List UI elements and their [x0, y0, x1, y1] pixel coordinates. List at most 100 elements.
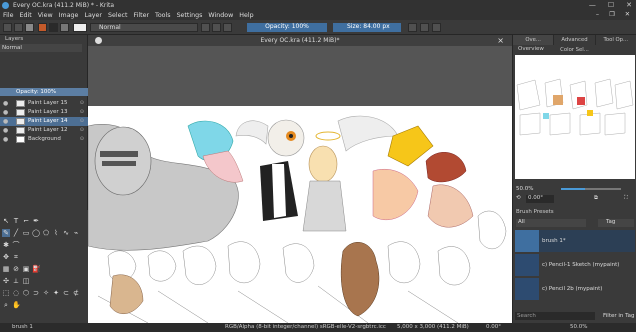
crop-tool-icon[interactable]: ⌗ [12, 253, 20, 261]
similar-select-icon[interactable]: ✦ [52, 289, 60, 297]
calligraphy-icon[interactable]: ✒ [32, 217, 40, 225]
color-picker-icon[interactable]: ⊘ [12, 265, 20, 273]
save-document-icon[interactable] [25, 23, 34, 32]
opacity-slider[interactable]: Opacity: 100% [247, 23, 327, 32]
layer-opacity-slider[interactable]: Opacity: 100% [0, 88, 88, 96]
tab-tool-options[interactable]: Tool Op... [596, 35, 636, 45]
menu-help[interactable]: Help [239, 12, 253, 19]
blend-mode-select[interactable]: Normal [90, 23, 198, 32]
fit-view-icon[interactable]: ⛶ [624, 195, 628, 202]
layer-lock-icon[interactable]: ⊙ [80, 99, 84, 108]
layer-blend-select[interactable]: Normal [0, 44, 82, 52]
menu-image[interactable]: Image [59, 12, 79, 19]
menu-tools[interactable]: Tools [155, 12, 171, 19]
open-document-icon[interactable] [14, 23, 23, 32]
visibility-icon[interactable]: ● [3, 99, 8, 108]
menu-window[interactable]: Window [208, 12, 233, 19]
assistant-tool-icon[interactable]: ✣ [2, 277, 10, 285]
close-document-icon[interactable]: × [497, 35, 504, 46]
mirror-view-icon[interactable]: ⧉ [594, 195, 598, 202]
ellipse-select-icon[interactable]: ◌ [12, 289, 20, 297]
close-button[interactable]: ✕ [626, 1, 632, 9]
layer-lock-icon[interactable]: ⊙ [80, 117, 84, 126]
layer-lock-icon[interactable]: ⊙ [80, 126, 84, 135]
visibility-icon[interactable]: ● [3, 117, 8, 126]
layer-row[interactable]: ● Background ⊙ [0, 135, 88, 144]
layer-row-selected[interactable]: ● Paint Layer 14 ⊙ [0, 117, 88, 126]
color-swatch-icon[interactable] [73, 23, 87, 32]
colorize-mask-icon[interactable]: ▣ [22, 265, 30, 273]
drawing-canvas[interactable] [88, 106, 512, 323]
rotation-field[interactable]: 0.00° [526, 195, 554, 203]
preset-filter-select[interactable]: All [516, 219, 586, 227]
preset-search-input[interactable]: Search [515, 312, 595, 320]
eraser-mode-icon[interactable] [201, 23, 210, 32]
document-tab[interactable]: Every OC.kra (411.2 MiB)* × [88, 35, 512, 46]
measure-tool-icon[interactable]: ⟂ [12, 277, 20, 285]
freehand-select-icon[interactable]: ⊃ [32, 289, 40, 297]
menu-layer[interactable]: Layer [84, 12, 102, 19]
reload-preset-icon[interactable] [223, 23, 232, 32]
tag-button[interactable]: Tag [598, 219, 634, 227]
magnetic-select-icon[interactable]: ⊄ [72, 289, 80, 297]
select-tool-icon[interactable]: ↖ [2, 217, 10, 225]
bezier-select-icon[interactable]: ⊂ [62, 289, 70, 297]
pan-tool-icon[interactable]: ✋ [12, 301, 21, 309]
maximize-button[interactable]: ☐ [608, 1, 614, 9]
dynamic-brush-icon[interactable]: ⌁ [72, 229, 80, 237]
tab-advanced-color-selector[interactable]: Advanced Color Sel... [554, 35, 596, 53]
polygon-tool-icon[interactable]: ⬠ [42, 229, 50, 237]
polyline-tool-icon[interactable]: ⌇ [52, 229, 60, 237]
mirror-horizontal-icon[interactable] [408, 23, 417, 32]
move-tool-icon[interactable]: ✥ [2, 253, 10, 261]
contiguous-select-icon[interactable]: ✧ [42, 289, 50, 297]
pattern-icon[interactable] [49, 23, 58, 32]
bezier-tool-icon[interactable]: ∿ [62, 229, 70, 237]
rectangle-tool-icon[interactable]: ▭ [22, 229, 30, 237]
doc-minimize-icon[interactable]: – [596, 11, 599, 18]
menu-view[interactable]: View [38, 12, 53, 19]
smart-patch-icon[interactable]: ⌒ [12, 241, 20, 249]
menu-settings[interactable]: Settings [177, 12, 203, 19]
preset-item-selected[interactable]: brush 1* [515, 230, 635, 252]
preset-item[interactable]: c) Pencil-1 Sketch (mypaint) [515, 254, 635, 276]
tab-overview[interactable]: Ove... [513, 35, 555, 45]
reference-image-icon[interactable]: ◫ [22, 277, 30, 285]
fill-tool-icon[interactable]: ⛽ [32, 265, 41, 273]
preserve-alpha-icon[interactable] [212, 23, 221, 32]
multibrush-icon[interactable]: ✱ [2, 241, 10, 249]
doc-close-icon[interactable]: ✕ [625, 11, 630, 18]
menu-select[interactable]: Select [108, 12, 127, 19]
edit-shape-icon[interactable]: ⌐ [22, 217, 30, 225]
layer-row[interactable]: ● Paint Layer 13 ⊙ [0, 108, 88, 117]
visibility-icon[interactable]: ● [3, 126, 8, 135]
mirror-vertical-icon[interactable] [420, 23, 429, 32]
new-document-icon[interactable] [3, 23, 12, 32]
layer-row[interactable]: ● Paint Layer 15 ⊙ [0, 99, 88, 108]
visibility-icon[interactable]: ● [3, 135, 8, 144]
menu-edit[interactable]: Edit [20, 12, 32, 19]
visibility-icon[interactable]: ● [3, 108, 8, 117]
preset-item[interactable]: c) Pencil 2b (mypaint) [515, 278, 635, 300]
size-slider[interactable]: Size: 84.00 px [333, 23, 401, 32]
layer-lock-icon[interactable]: ⊙ [80, 108, 84, 117]
wrap-around-icon[interactable] [432, 23, 441, 32]
minimize-button[interactable]: — [589, 1, 596, 9]
ellipse-tool-icon[interactable]: ◯ [32, 229, 40, 237]
menu-file[interactable]: File [3, 12, 14, 19]
menu-filter[interactable]: Filter [133, 12, 149, 19]
layer-lock-icon[interactable]: ⊙ [80, 135, 84, 144]
zoom-tool-icon[interactable]: ⌕ [2, 301, 10, 309]
layer-row[interactable]: ● Paint Layer 12 ⊙ [0, 126, 88, 135]
rect-select-icon[interactable]: ⬚ [2, 289, 10, 297]
polygon-select-icon[interactable]: ⬡ [22, 289, 30, 297]
line-tool-icon[interactable]: ╱ [12, 229, 20, 237]
status-zoom[interactable]: 50.0% [570, 323, 587, 332]
text-tool-icon[interactable]: T [12, 217, 20, 225]
overview-thumbnail[interactable] [515, 55, 635, 179]
doc-restore-icon[interactable]: ❐ [609, 11, 615, 18]
brush-preset-icon[interactable] [60, 23, 69, 32]
freehand-brush-icon[interactable]: ✎ [2, 229, 10, 237]
gradient-tool-icon[interactable]: ▦ [2, 265, 10, 273]
gradient-icon[interactable] [38, 23, 47, 32]
